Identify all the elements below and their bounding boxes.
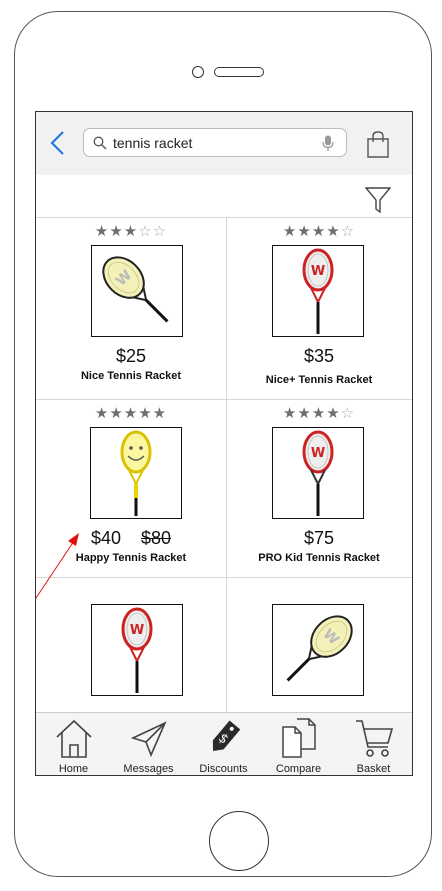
home-hardware-button[interactable] <box>209 811 269 871</box>
product-image: W <box>272 604 364 696</box>
product-image: W <box>272 245 364 337</box>
product-image: W <box>91 604 183 696</box>
product-name: PRO Kid Tennis Racket <box>258 552 380 564</box>
product-price: $25 <box>115 346 147 366</box>
product-name: Nice+ Tennis Racket <box>265 374 373 386</box>
product-image: W <box>272 427 364 519</box>
svg-text:W: W <box>311 264 325 279</box>
racket-image <box>120 430 152 516</box>
search-input[interactable]: tennis racket <box>83 128 347 157</box>
tab-label: Compare <box>275 763 322 775</box>
front-camera <box>192 66 204 78</box>
star-rating: ★★★☆☆ <box>94 222 168 240</box>
search-query-text: tennis racket <box>113 135 193 151</box>
price-row: $75 <box>226 528 412 549</box>
product-price: $75 <box>303 528 335 548</box>
product-image: W <box>91 245 183 337</box>
price-row: $35 <box>226 346 412 367</box>
product-price: $40 <box>90 528 121 548</box>
tab-label: Basket <box>356 763 391 775</box>
star-rating: ★★★★★ <box>94 404 168 422</box>
filter-icon[interactable] <box>365 187 391 213</box>
svg-text:W: W <box>311 446 325 461</box>
racket-image: W <box>102 256 169 323</box>
shopping-bag-icon[interactable] <box>366 131 390 158</box>
bottom-tab-bar: Home Messages $ Discounts Compare Basket <box>36 712 412 775</box>
svg-text:W: W <box>130 623 144 638</box>
speaker-grill <box>214 67 264 77</box>
star-rating: ★★★★☆ <box>282 222 356 240</box>
racket-image: W <box>121 607 153 693</box>
product-image <box>90 427 182 519</box>
racket-image: W <box>286 615 353 682</box>
tab-home[interactable]: Home <box>36 713 111 775</box>
back-icon[interactable] <box>48 130 68 156</box>
product-card[interactable]: W <box>226 578 412 711</box>
tab-basket[interactable]: Basket <box>336 713 411 775</box>
microphone-icon[interactable] <box>322 135 334 152</box>
app-screen: tennis racket ★★★☆☆ W $25 Nice Tennis Ra… <box>35 111 413 776</box>
tab-label: Home <box>58 763 89 775</box>
compare-documents-icon <box>281 718 316 758</box>
search-icon <box>93 136 107 150</box>
racket-image: W <box>302 248 334 334</box>
tab-discounts[interactable]: $ Discounts <box>186 713 261 775</box>
racket-image: W <box>302 430 334 516</box>
original-price: $80 <box>141 528 172 548</box>
tab-label: Discounts <box>199 763 248 775</box>
tab-compare[interactable]: Compare <box>261 713 336 775</box>
tab-messages[interactable]: Messages <box>111 713 186 775</box>
product-card[interactable]: ★★★★☆ W $35 Nice+ Tennis Racket <box>226 218 412 396</box>
tab-label: Messages <box>123 763 174 775</box>
home-icon <box>55 719 92 758</box>
product-name: Nice Tennis Racket <box>80 370 182 382</box>
star-rating: ★★★★☆ <box>282 404 356 422</box>
price-tag-icon: $ <box>212 720 240 752</box>
price-row: $25 <box>38 346 224 367</box>
product-price: $35 <box>303 346 335 366</box>
cart-icon <box>355 720 393 757</box>
paper-plane-icon <box>130 721 167 758</box>
search-header: tennis racket <box>36 112 412 175</box>
product-card[interactable]: ★★★☆☆ W $25 Nice Tennis Racket <box>38 218 224 396</box>
product-card[interactable]: ★★★★☆ W $75 PRO Kid Tennis Racket <box>226 400 412 578</box>
annotation-arrow <box>35 533 79 599</box>
